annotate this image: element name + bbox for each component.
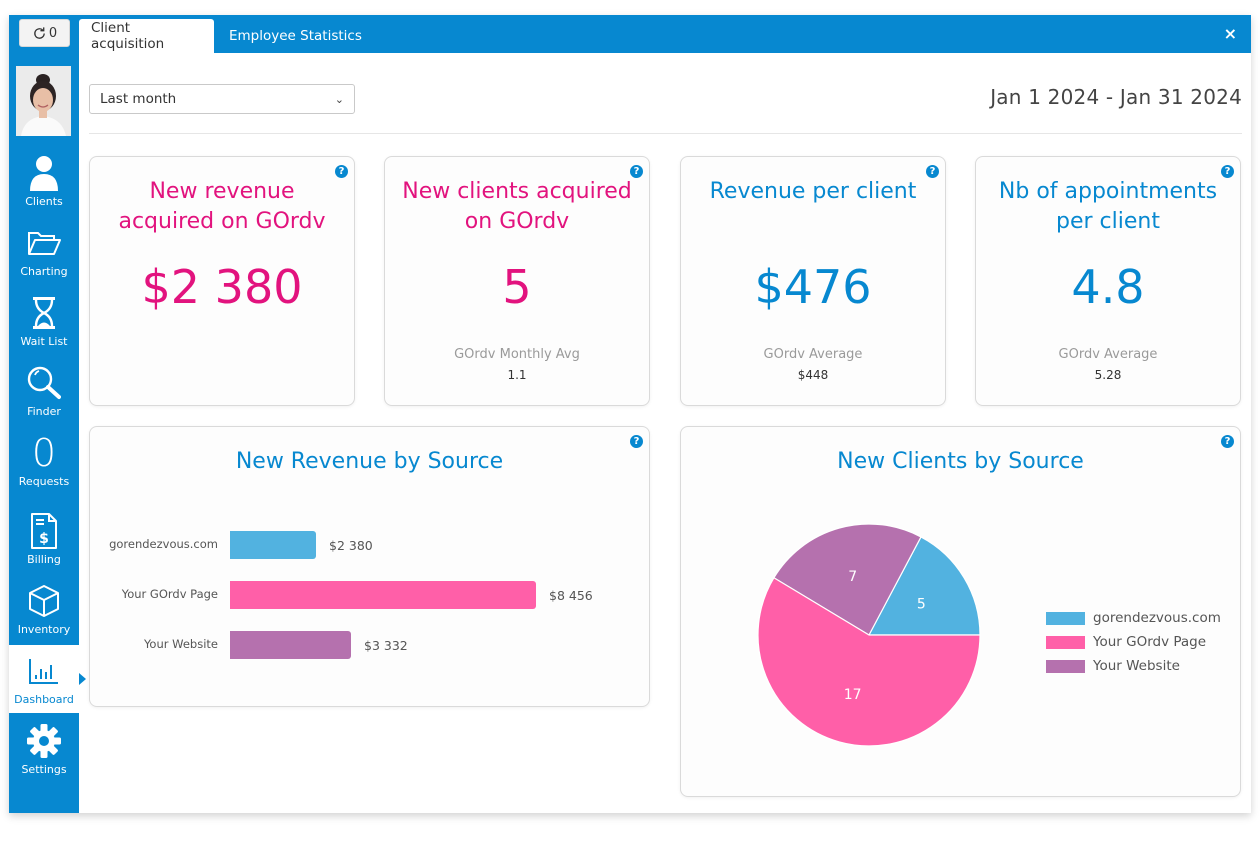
bar-value-label: $3 332 <box>364 638 408 653</box>
date-range: Jan 1 2024 - Jan 31 2024 <box>990 85 1242 109</box>
pie-slice-label: 7 <box>848 569 857 585</box>
invoice-dollar-icon: $ <box>30 511 58 551</box>
legend-item[interactable]: Your GOrdv Page <box>1046 634 1206 650</box>
kpi-card-appointments-per-client: ? Nb of appointments per client 4.8 GOrd… <box>975 156 1241 406</box>
pie-slice[interactable] <box>757 576 981 747</box>
tab-employee-statistics[interactable]: Employee Statistics <box>217 19 374 53</box>
avatar-image <box>16 66 71 136</box>
folder-open-icon <box>27 223 61 263</box>
pie-slice-label: 17 <box>844 687 862 703</box>
refresh-icon <box>34 26 45 39</box>
bar[interactable] <box>230 631 351 659</box>
pie-slice[interactable] <box>773 523 922 636</box>
legend-label: gorendezvous.com <box>1093 610 1221 626</box>
legend-label: Your GOrdv Page <box>1093 634 1207 650</box>
help-icon[interactable]: ? <box>630 435 643 448</box>
kpi-benchmark-value: 1.1 <box>507 368 527 382</box>
app-window: 0 Clients Charting Wait List Finder 0 Re… <box>9 15 1251 813</box>
sidebar-item-label: Charting <box>20 265 68 278</box>
kpi-benchmark-value: $448 <box>797 368 829 382</box>
user-avatar[interactable] <box>16 66 71 136</box>
sidebar-item-label: Inventory <box>17 623 71 636</box>
bar-chart-icon <box>28 651 60 691</box>
hourglass-icon <box>31 293 57 333</box>
sidebar-item-label: Dashboard <box>14 693 74 706</box>
kpi-benchmark-label: GOrdv Monthly Avg <box>454 347 580 362</box>
sidebar-item-label: Settings <box>21 763 67 776</box>
tab-bar: Client acquisition Employee Statistics × <box>79 15 1251 53</box>
sidebar-item-requests[interactable]: 0 Requests <box>9 433 79 503</box>
refresh-count: 0 <box>48 25 58 41</box>
kpi-benchmark-label: GOrdv Average <box>763 347 863 362</box>
sidebar-item-label: Requests <box>18 475 70 488</box>
kpi-card-new-revenue: ? New revenue acquired on GOrdv $2 380 <box>89 156 355 406</box>
sidebar-item-label: Wait List <box>20 335 68 348</box>
legend-swatch <box>1046 611 1085 625</box>
search-icon <box>27 363 61 403</box>
legend-item[interactable]: Your Website <box>1046 658 1180 674</box>
bar[interactable] <box>230 581 536 609</box>
requests-count-badge: 0 <box>31 431 57 475</box>
revenue-by-source-card: ? New Revenue by Source gorendezvous.com… <box>89 426 650 707</box>
kpi-title: Nb of appointments per client <box>998 179 1218 234</box>
gear-icon <box>26 721 62 761</box>
kpi-title: New revenue acquired on GOrdv <box>118 179 326 234</box>
sidebar-item-label: Finder <box>27 405 61 418</box>
kpi-benchmark-label: GOrdv Average <box>1058 347 1158 362</box>
kpi-value: 4.8 <box>1071 260 1145 314</box>
bar-category-label: Your Website <box>143 637 218 651</box>
sidebar-item-wait-list[interactable]: Wait List <box>9 293 79 363</box>
close-icon[interactable]: × <box>1224 24 1237 43</box>
sidebar-item-settings[interactable]: Settings <box>9 721 79 791</box>
kpi-card-revenue-per-client: ? Revenue per client $476 GOrdv Average … <box>680 156 946 406</box>
sidebar: 0 Clients Charting Wait List Finder 0 Re… <box>9 15 86 813</box>
divider <box>89 133 1242 134</box>
pie-slice[interactable] <box>868 536 981 636</box>
kpi-title: New clients acquired on GOrdv <box>402 179 632 234</box>
refresh-button[interactable]: 0 <box>19 19 70 47</box>
kpi-title: Revenue per client <box>709 179 917 204</box>
pie-slice-label: 5 <box>917 597 926 613</box>
bar-value-label: $8 456 <box>549 588 593 603</box>
sidebar-item-clients[interactable]: Clients <box>9 153 79 223</box>
help-icon[interactable]: ? <box>1221 435 1234 448</box>
sidebar-item-label: Clients <box>25 195 63 208</box>
user-icon <box>29 153 59 193</box>
sidebar-item-charting[interactable]: Charting <box>9 223 79 293</box>
sidebar-item-billing[interactable]: $ Billing <box>9 503 79 573</box>
sidebar-item-dashboard[interactable]: Dashboard <box>9 645 86 713</box>
kpi-value: $476 <box>754 260 872 314</box>
sidebar-item-label: Billing <box>27 553 61 566</box>
sidebar-item-finder[interactable]: Finder <box>9 363 79 433</box>
kpi-value: 5 <box>502 260 532 314</box>
bar-category-label: gorendezvous.com <box>109 537 218 551</box>
clients-by-source-card: ? New Clients by Source 5 7 17 gorendezvou… <box>680 426 1241 797</box>
bar-value-label: $2 380 <box>329 538 373 553</box>
legend-swatch <box>1046 635 1085 649</box>
period-select-value: Last month <box>100 91 177 107</box>
svg-text:$: $ <box>39 531 49 547</box>
legend-item[interactable]: gorendezvous.com <box>1046 610 1221 626</box>
chart-title: New Revenue by Source <box>235 449 504 474</box>
chevron-down-icon: ⌄ <box>334 92 344 106</box>
kpi-card-new-clients: ? New clients acquired on GOrdv 5 GOrdv … <box>384 156 650 406</box>
sidebar-item-inventory[interactable]: Inventory <box>9 581 79 651</box>
tab-client-acquisition[interactable]: Client acquisition <box>79 19 214 53</box>
kpi-benchmark-value: 5.28 <box>1094 368 1122 382</box>
period-select[interactable]: Last month ⌄ <box>89 84 355 114</box>
kpi-value: $2 380 <box>141 260 303 314</box>
chart-title: New Clients by Source <box>837 449 1084 474</box>
bar-category-label: Your GOrdv Page <box>121 587 218 601</box>
legend-label: Your Website <box>1093 658 1180 674</box>
box-icon <box>28 581 60 621</box>
legend-swatch <box>1046 659 1085 673</box>
bar[interactable] <box>230 531 316 559</box>
